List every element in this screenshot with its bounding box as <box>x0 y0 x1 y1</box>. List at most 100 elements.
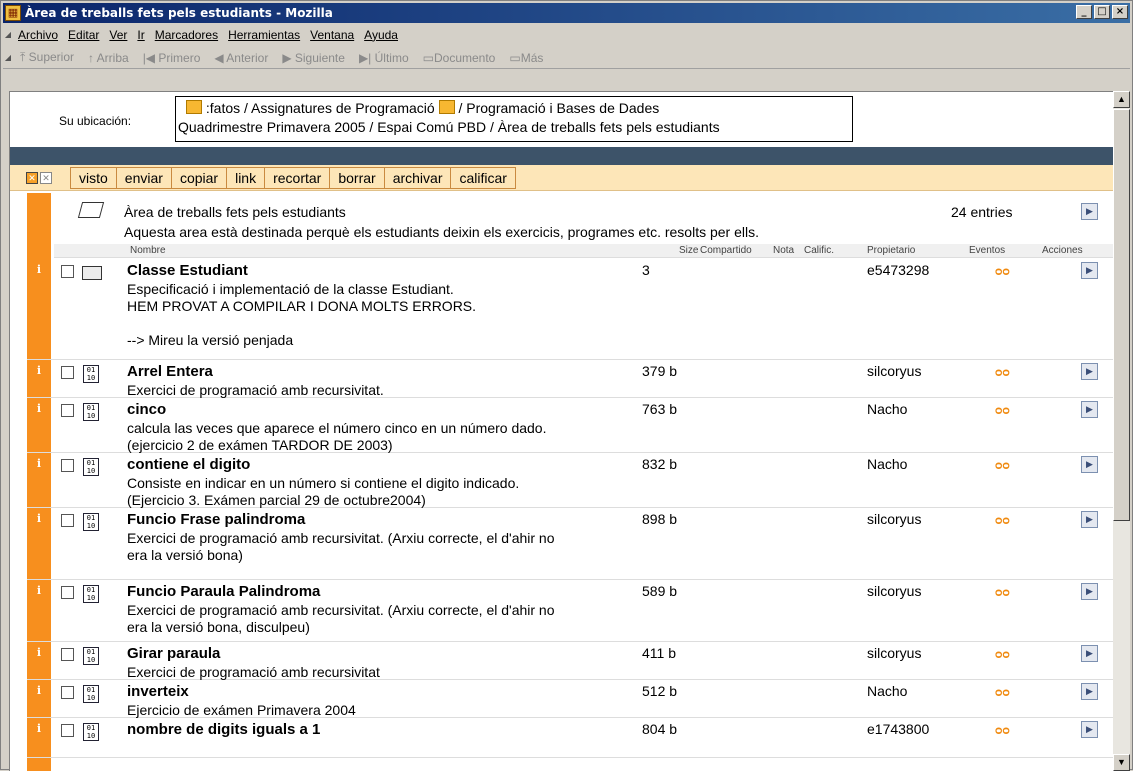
breadcrumb-part-3[interactable]: Quadrimestre Primavera 2005 / Espai Comú… <box>178 119 720 135</box>
row-actions-button[interactable]: ▶ <box>1081 262 1098 279</box>
table-row[interactable]: i 01 10 cinco calcula las veces que apare… <box>27 398 1113 453</box>
action-enviar[interactable]: enviar <box>116 166 172 189</box>
nav-mas[interactable]: ▭Más <box>502 51 550 65</box>
row-checkbox[interactable] <box>61 686 74 699</box>
item-name[interactable]: Classe Estudiant <box>127 262 248 279</box>
breadcrumb-part-1[interactable]: :fatos / Assignatures de Programació <box>206 100 435 116</box>
events-glasses-icon[interactable]: ᴑᴑ <box>995 648 1019 660</box>
binary-file-icon[interactable]: 01 10 <box>83 458 99 476</box>
action-link[interactable]: link <box>227 166 266 189</box>
item-name[interactable]: nombre de digits iguals a 1 <box>127 721 320 738</box>
toolbar-grip-icon[interactable]: ◢ <box>3 26 13 44</box>
col-compartido[interactable]: Compartido <box>700 245 752 256</box>
deselect-checkbox-icon[interactable]: ✕ <box>40 171 52 184</box>
scroll-thumb[interactable] <box>1113 109 1130 521</box>
info-icon[interactable]: i <box>27 508 51 579</box>
row-checkbox[interactable] <box>61 459 74 472</box>
item-name[interactable]: Funcio Paraula Palindroma <box>127 583 320 600</box>
table-row[interactable]: i 01 10 inverteix Ejercicio de exámen Pri… <box>27 680 1113 718</box>
row-checkbox[interactable] <box>61 265 74 278</box>
item-name[interactable]: cinco <box>127 401 166 418</box>
breadcrumb-part-2[interactable]: / Programació i Bases de Dades <box>458 100 659 116</box>
nav-siguiente[interactable]: ▶ Siguiente <box>275 51 352 65</box>
row-actions-button[interactable]: ▶ <box>1081 645 1098 662</box>
vertical-scrollbar[interactable]: ▲ ▼ <box>1113 91 1130 771</box>
item-name[interactable]: Arrel Entera <box>127 363 213 380</box>
col-calific[interactable]: Calific. <box>804 245 834 256</box>
nav-anterior[interactable]: ◀ Anterior <box>207 51 275 65</box>
row-checkbox[interactable] <box>61 724 74 737</box>
col-nombre[interactable]: Nombre <box>130 245 166 256</box>
action-recortar[interactable]: recortar <box>265 166 331 189</box>
table-row[interactable]: i Classe Estudiant Especificació i imple… <box>27 259 1113 360</box>
action-visto[interactable]: visto <box>70 166 117 189</box>
nav-ultimo[interactable]: ▶| Último <box>352 51 416 65</box>
row-checkbox[interactable] <box>61 404 74 417</box>
scroll-up-icon[interactable]: ▲ <box>1113 91 1130 108</box>
table-row[interactable]: i 01 10 Funcio Frase palindroma Exercici … <box>27 508 1113 580</box>
row-checkbox[interactable] <box>61 648 74 661</box>
events-glasses-icon[interactable]: ᴑᴑ <box>995 404 1019 416</box>
nav-arriba[interactable]: ↑ Arriba <box>81 51 136 65</box>
home-icon[interactable] <box>186 100 202 114</box>
item-name[interactable]: Girar paraula <box>127 645 220 662</box>
events-glasses-icon[interactable]: ᴑᴑ <box>995 366 1019 378</box>
menu-archivo[interactable]: Archivo <box>13 28 63 42</box>
maximize-button[interactable]: □ <box>1094 5 1110 19</box>
events-glasses-icon[interactable]: ᴑᴑ <box>995 586 1019 598</box>
minimize-button[interactable]: _ <box>1076 5 1092 19</box>
menu-ver[interactable]: Ver <box>104 28 132 42</box>
events-glasses-icon[interactable]: ᴑᴑ <box>995 514 1019 526</box>
events-glasses-icon[interactable]: ᴑᴑ <box>995 724 1019 736</box>
binary-file-icon[interactable]: 01 10 <box>83 403 99 421</box>
table-row[interactable]: i 01 10 Girar paraula Exercici de program… <box>27 642 1113 680</box>
folder-icon[interactable] <box>82 266 102 280</box>
info-icon[interactable]: i <box>27 453 51 507</box>
info-icon[interactable]: i <box>27 398 51 452</box>
table-row[interactable]: i 01 10 nombre de digits iguals a 1 804 b… <box>27 718 1113 758</box>
binary-file-icon[interactable]: 01 10 <box>83 723 99 741</box>
item-name[interactable]: contiene el digito <box>127 456 250 473</box>
nav-superior[interactable]: ⤒ Superior <box>13 50 81 65</box>
row-actions-button[interactable]: ▶ <box>1081 721 1098 738</box>
menu-ayuda[interactable]: Ayuda <box>359 28 403 42</box>
menu-marcadores[interactable]: Marcadores <box>150 28 223 42</box>
item-name[interactable]: inverteix <box>127 683 189 700</box>
scroll-down-icon[interactable]: ▼ <box>1113 754 1130 771</box>
info-icon[interactable]: i <box>27 718 51 757</box>
events-glasses-icon[interactable]: ᴑᴑ <box>995 686 1019 698</box>
info-icon[interactable]: i <box>27 680 51 717</box>
events-glasses-icon[interactable]: ᴑᴑ <box>995 265 1019 277</box>
menu-editar[interactable]: Editar <box>63 28 104 42</box>
toolbar-grip-icon[interactable]: ◢ <box>3 49 13 67</box>
table-row[interactable]: i 01 10 Arrel Entera Exercici de programa… <box>27 360 1113 398</box>
info-icon[interactable]: i <box>27 259 51 359</box>
row-actions-button[interactable]: ▶ <box>1081 683 1098 700</box>
row-checkbox[interactable] <box>61 366 74 379</box>
col-nota[interactable]: Nota <box>773 245 794 256</box>
row-actions-button[interactable]: ▶ <box>1081 363 1098 380</box>
info-icon[interactable]: i <box>27 360 51 397</box>
menu-ventana[interactable]: Ventana <box>305 28 359 42</box>
action-copiar[interactable]: copiar <box>171 166 228 189</box>
action-borrar[interactable]: borrar <box>330 166 385 189</box>
action-archivar[interactable]: archivar <box>384 166 452 189</box>
row-actions-button[interactable]: ▶ <box>1081 511 1098 528</box>
binary-file-icon[interactable]: 01 10 <box>83 513 99 531</box>
action-calificar[interactable]: calificar <box>451 166 516 189</box>
menu-herramientas[interactable]: Herramientas <box>223 28 305 42</box>
table-row[interactable]: i 01 10 contiene el digito Consiste en in… <box>27 453 1113 508</box>
info-icon[interactable]: i <box>27 642 51 679</box>
col-acciones[interactable]: Acciones <box>1042 245 1083 256</box>
select-all-checkbox-icon[interactable]: ✕ <box>26 171 38 184</box>
row-actions-button[interactable]: ▶ <box>1081 456 1098 473</box>
nav-documento[interactable]: ▭Documento <box>416 51 503 65</box>
row-checkbox[interactable] <box>61 586 74 599</box>
col-propietario[interactable]: Propietario <box>867 245 915 256</box>
item-name[interactable]: Funcio Frase palindroma <box>127 511 305 528</box>
row-actions-button[interactable]: ▶ <box>1081 401 1098 418</box>
row-actions-button[interactable]: ▶ <box>1081 583 1098 600</box>
binary-file-icon[interactable]: 01 10 <box>83 647 99 665</box>
info-icon[interactable]: i <box>27 580 51 641</box>
binary-file-icon[interactable]: 01 10 <box>83 585 99 603</box>
